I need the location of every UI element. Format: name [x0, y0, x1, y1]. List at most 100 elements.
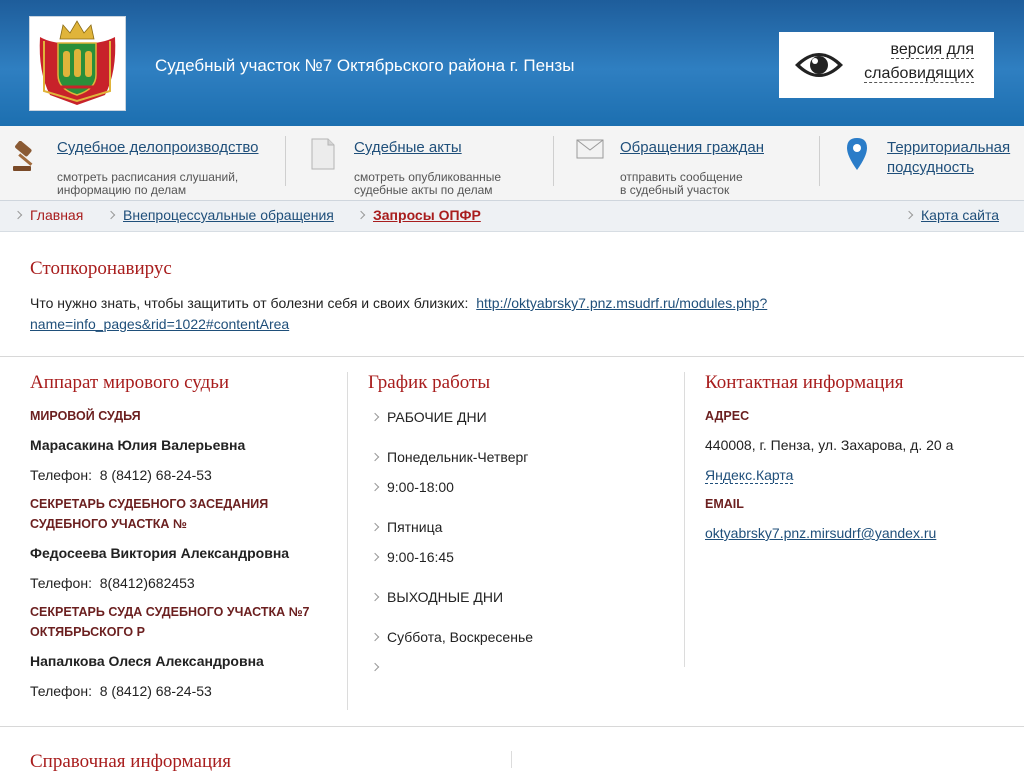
breadcrumb-sitemap[interactable]: Карта сайта [904, 207, 999, 223]
email-label: EMAIL [705, 497, 744, 511]
secretary-phone: Телефон: 8(8412)682453 [30, 575, 195, 591]
nav-item-citizen-appeals-title[interactable]: Обращения граждан [620, 138, 764, 158]
schedule-row-text: Суббота, Воскресенье [387, 629, 534, 645]
judge-name: Марасакина Юлия Валерьевна [30, 437, 246, 453]
secretary-name: Федосеева Виктория Александровна [30, 545, 290, 561]
nav-divider [819, 136, 820, 186]
nav-title-line: подсудность [887, 159, 974, 176]
chevron-right-icon [356, 210, 366, 220]
coat-of-arms-logo[interactable] [30, 17, 125, 110]
nav-desc-line: в судебный участок [620, 183, 730, 197]
chevron-right-icon [370, 662, 380, 672]
contacts-title: Контактная информация [705, 372, 904, 393]
court-secretary-phone: Телефон: 8 (8412) 68-24-53 [30, 683, 212, 699]
accessibility-line1: версия для [890, 41, 974, 59]
schedule-row-text: Пятница [387, 519, 443, 535]
schedule-row: Понедельник-Четверг [370, 449, 529, 465]
phone-value: 8 (8412) 68-24-53 [99, 467, 212, 483]
chevron-right-icon [370, 592, 380, 602]
breadcrumb: Главная Внепроцессуальные обращения Запр… [0, 201, 1024, 232]
judge-phone: Телефон: 8 (8412) 68-24-53 [30, 467, 212, 483]
email-link[interactable]: oktyabrsky7.pnz.mirsudrf@yandex.ru [705, 525, 936, 541]
stop-coronavirus-desc: Что нужно знать, чтобы защитить от болез… [30, 295, 469, 311]
phone-label: Телефон: [30, 575, 92, 591]
judge-label: МИРОВОЙ СУДЬЯ [30, 409, 141, 423]
breadcrumb-home-link[interactable]: Главная [30, 207, 83, 223]
chevron-right-icon [106, 210, 116, 220]
stop-coronavirus-title: Стопкоронавирус [30, 258, 172, 279]
chevron-right-icon [370, 412, 380, 422]
schedule-row-text: Понедельник-Четверг [387, 449, 529, 465]
sitemap-link[interactable]: Карта сайта [921, 207, 999, 223]
schedule-row: ВЫХОДНЫЕ ДНИ [370, 589, 504, 605]
nav-divider [285, 136, 286, 186]
label-line: СУДЕБНОГО УЧАСТКА № [30, 517, 187, 531]
phone-label: Телефон: [30, 683, 92, 699]
nav-item-court-acts-title[interactable]: Судебные акты [354, 138, 462, 158]
label-line: СЕКРЕТАРЬ СУДЕБНОГО ЗАСЕДАНИЯ [30, 497, 269, 511]
link-line: http://oktyabrsky7.pnz.msudrf.ru/modules… [476, 295, 768, 311]
nav-item-jurisdiction-title[interactable]: Территориальная подсудность [887, 138, 1010, 178]
nav-desc-line: информацию по делам [57, 183, 187, 197]
chevron-right-icon [370, 522, 380, 532]
nav-title-line: Территориальная [887, 139, 1011, 156]
breadcrumb-section-link[interactable]: Внепроцессуальные обращения [123, 207, 334, 223]
chevron-right-icon [13, 210, 23, 220]
chevron-right-icon [370, 482, 380, 492]
schedule-row: Суббота, Воскресенье [370, 629, 534, 645]
main-navigation: Судебное делопроизводство смотреть распи… [0, 126, 1024, 201]
breadcrumb-current[interactable]: Запросы ОПФР [356, 207, 481, 223]
schedule-row-text: 9:00-18:00 [387, 479, 454, 495]
eye-icon [795, 53, 843, 77]
nav-item-citizen-appeals-desc: отправить сообщение в судебный участок [620, 171, 743, 197]
nav-desc-line: смотреть расписания слушаний, [57, 170, 239, 184]
column-divider [684, 372, 685, 667]
accessibility-version-button[interactable]: версия для слабовидящих [779, 32, 994, 98]
nav-desc-line: смотреть опубликованные [354, 170, 502, 184]
nav-divider [553, 136, 554, 186]
breadcrumb-home[interactable]: Главная [13, 207, 83, 223]
nav-desc-line: судебные акты по делам [354, 183, 493, 197]
chevron-right-icon [904, 210, 914, 220]
coat-of-arms-icon [39, 20, 116, 105]
column-divider [347, 372, 348, 710]
schedule-row: 9:00-18:00 [370, 479, 454, 495]
site-header: Судебный участок №7 Октябрьского района … [0, 0, 1024, 126]
schedule-row: РАБОЧИЕ ДНИ [370, 409, 487, 425]
phone-value: 8(8412)682453 [99, 575, 195, 591]
label-line: ОКТЯБРЬСКОГО Р [30, 625, 145, 639]
court-secretary-label: СЕКРЕТАРЬ СУДА СУДЕБНОГО УЧАСТКА №7 ОКТЯ… [30, 602, 310, 642]
chevron-right-icon [370, 452, 380, 462]
stop-coronavirus-text: Что нужно знать, чтобы защитить от болез… [30, 293, 810, 335]
section-divider [0, 356, 1024, 357]
section-divider [0, 726, 1024, 727]
column-divider [511, 751, 512, 768]
gavel-icon [13, 141, 33, 171]
chevron-right-icon [370, 552, 380, 562]
nav-item-court-records-title[interactable]: Судебное делопроизводство [57, 138, 259, 158]
nav-item-court-acts-desc: смотреть опубликованные судебные акты по… [354, 171, 501, 197]
accessibility-line2: слабовидящих [864, 65, 974, 83]
schedule-row-text: ВЫХОДНЫЕ ДНИ [387, 589, 504, 605]
schedule-row [370, 659, 387, 675]
schedule-row-text: 9:00-16:45 [387, 549, 454, 565]
apparatus-title: Аппарат мирового судьи [30, 372, 230, 393]
schedule-row-text: РАБОЧИЕ ДНИ [387, 409, 487, 425]
breadcrumb-current-link[interactable]: Запросы ОПФР [373, 207, 481, 223]
yandex-map-link[interactable]: Яндекс.Карта [705, 467, 794, 484]
site-title: Судебный участок №7 Октябрьского района … [155, 56, 575, 75]
address-value: 440008, г. Пенза, ул. Захарова, д. 20 а [705, 437, 954, 453]
label-line: СЕКРЕТАРЬ СУДА СУДЕБНОГО УЧАСТКА №7 [30, 605, 310, 619]
document-icon [311, 138, 335, 170]
phone-value: 8 (8412) 68-24-53 [99, 683, 212, 699]
map-pin-icon [847, 138, 867, 170]
nav-desc-line: отправить сообщение [620, 170, 743, 184]
breadcrumb-section[interactable]: Внепроцессуальные обращения [106, 207, 334, 223]
schedule-title: График работы [368, 372, 491, 393]
phone-label: Телефон: [30, 467, 92, 483]
schedule-row: Пятница [370, 519, 443, 535]
secretary-label: СЕКРЕТАРЬ СУДЕБНОГО ЗАСЕДАНИЯ СУДЕБНОГО … [30, 494, 268, 534]
accessibility-version-label[interactable]: версия для слабовидящих [864, 38, 974, 86]
envelope-icon [576, 139, 604, 159]
address-label: АДРЕС [705, 409, 750, 423]
